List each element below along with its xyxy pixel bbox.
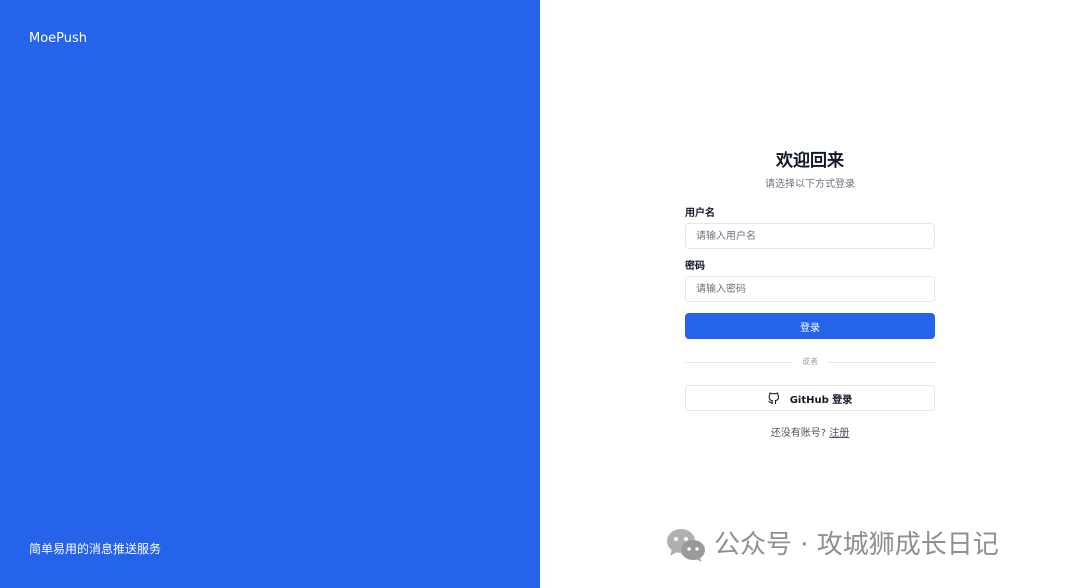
brand-panel: MoePush 简单易用的消息推送服务	[0, 0, 540, 588]
username-input[interactable]	[685, 223, 935, 249]
brand-tagline: 简单易用的消息推送服务	[29, 542, 162, 556]
watermark: 公众号 · 攻城狮成长日记	[666, 527, 999, 563]
divider-line-left	[685, 361, 792, 363]
brand-name: MoePush	[29, 31, 88, 46]
signup-row: 还没有账号? 注册	[685, 427, 935, 441]
login-area: 欢迎回来 请选择以下方式登录 用户名 密码 登录 或者 GitHub 登录	[540, 0, 1080, 588]
github-login-button[interactable]: GitHub 登录	[685, 385, 935, 411]
login-button[interactable]: 登录	[685, 313, 935, 339]
watermark-text: 公众号 · 攻城狮成长日记	[714, 530, 999, 560]
login-page: MoePush 简单易用的消息推送服务 欢迎回来 请选择以下方式登录 用户名 密…	[0, 0, 1080, 588]
divider-text: 或者	[802, 357, 818, 366]
wechat-icon	[667, 529, 705, 562]
or-divider: 或者	[685, 350, 935, 374]
register-link[interactable]: 注册	[829, 428, 849, 439]
no-account-text: 还没有账号?	[770, 428, 827, 439]
github-login-label: GitHub 登录	[789, 394, 853, 406]
password-label: 密码	[685, 261, 705, 272]
login-form: 欢迎回来 请选择以下方式登录 用户名 密码 登录 或者 GitHub 登录	[685, 150, 935, 441]
login-title: 欢迎回来	[776, 151, 844, 171]
login-subtitle: 请选择以下方式登录	[765, 179, 855, 190]
password-input[interactable]	[685, 276, 935, 302]
username-label: 用户名	[685, 208, 715, 219]
github-icon	[767, 392, 780, 404]
divider-line-right	[828, 361, 935, 363]
